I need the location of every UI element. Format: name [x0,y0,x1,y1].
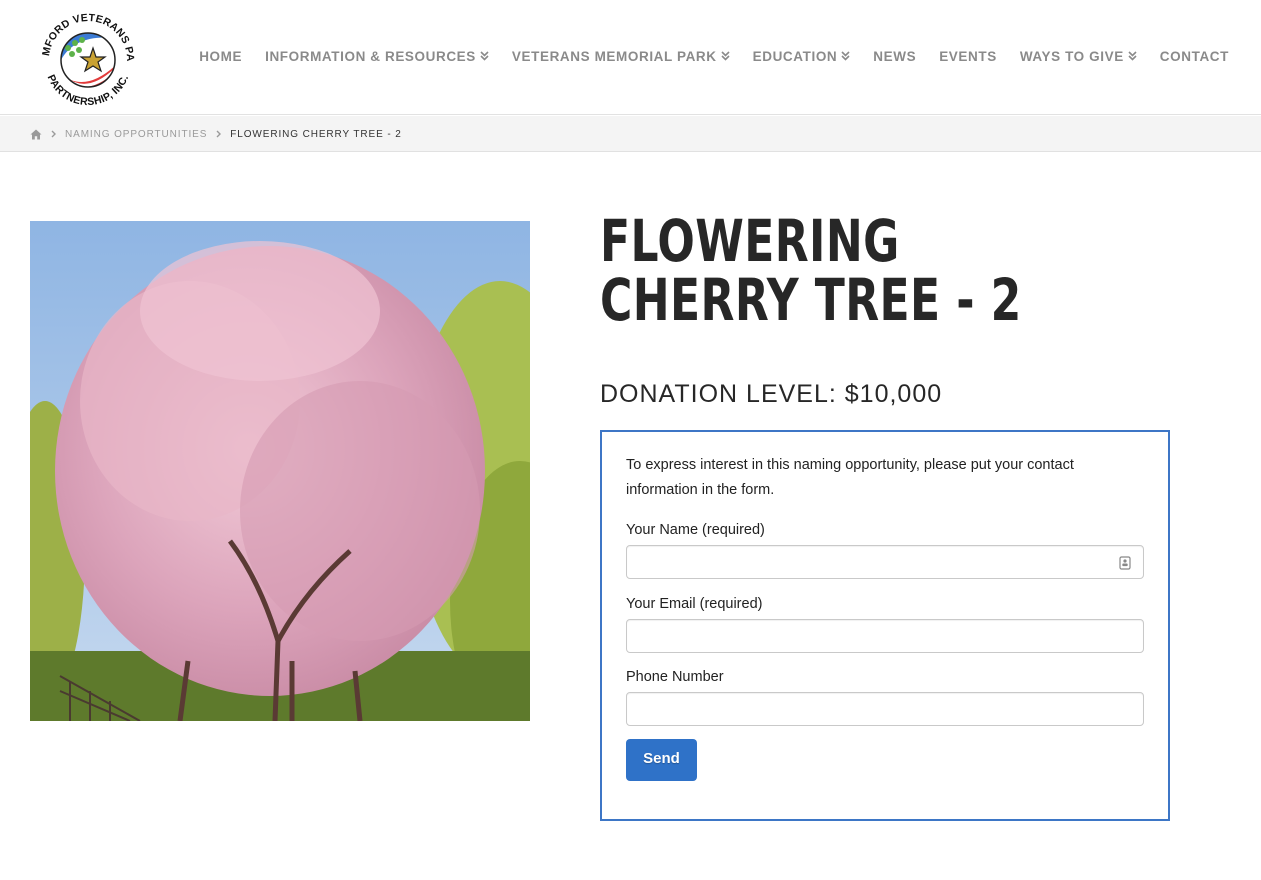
nav-contact[interactable]: CONTACT [1160,49,1229,64]
contact-form: To express interest in this naming oppor… [600,430,1170,821]
page-title: FLOWERING CHERRY TREE - 2 [600,207,1022,334]
site-logo[interactable]: STAMFORD VETERANS PARK PARTNERSHIP, INC. [31,0,141,110]
breadcrumb-naming-opportunities[interactable]: NAMING OPPORTUNITIES [65,129,207,140]
phone-label: Phone Number [626,669,724,685]
breadcrumb: NAMING OPPORTUNITIES FLOWERING CHERRY TR… [30,116,402,152]
contact-card-icon[interactable] [1119,556,1131,570]
nav-veterans-memorial-park[interactable]: VETERANS MEMORIAL PARK [512,49,730,64]
main-nav: HOME INFORMATION & RESOURCES VETERANS ME… [199,0,1229,112]
name-label: Your Name (required) [626,522,765,538]
nav-ways-to-give[interactable]: WAYS TO GIVE [1020,49,1137,64]
nav-education[interactable]: EDUCATION [753,49,851,64]
double-chevron-down-icon [1128,51,1137,61]
donation-level: DONATION LEVEL: $10,000 [600,380,943,408]
nav-home[interactable]: HOME [199,49,242,64]
nav-label: EDUCATION [752,48,838,64]
send-button[interactable]: Send [626,739,697,781]
phone-field[interactable] [626,692,1144,726]
nav-label: EVENTS [939,48,997,64]
nav-information-resources[interactable]: INFORMATION & RESOURCES [265,49,489,64]
name-field[interactable] [626,545,1144,579]
chevron-right-icon [216,130,222,138]
site-header: STAMFORD VETERANS PARK PARTNERSHIP, INC.… [0,0,1261,115]
nav-label: HOME [199,48,243,64]
breadcrumb-bar: NAMING OPPORTUNITIES FLOWERING CHERRY TR… [0,116,1261,152]
double-chevron-down-icon [841,51,850,61]
email-field[interactable] [626,619,1144,653]
chevron-right-icon [51,130,56,138]
nav-label: NEWS [873,48,917,64]
breadcrumb-current: FLOWERING CHERRY TREE - 2 [230,128,402,140]
double-chevron-down-icon [480,51,489,61]
nav-events[interactable]: EVENTS [939,49,997,64]
double-chevron-down-icon [721,51,730,61]
form-intro: To express interest in this naming oppor… [626,457,1074,498]
nav-label: INFORMATION & RESOURCES [265,48,476,64]
product-image [30,221,530,721]
nav-label: WAYS TO GIVE [1019,48,1124,64]
nav-label: CONTACT [1159,48,1229,64]
home-icon[interactable] [30,129,42,140]
email-label: Your Email (required) [626,596,763,612]
nav-label: VETERANS MEMORIAL PARK [511,48,717,64]
nav-news[interactable]: NEWS [873,49,916,64]
